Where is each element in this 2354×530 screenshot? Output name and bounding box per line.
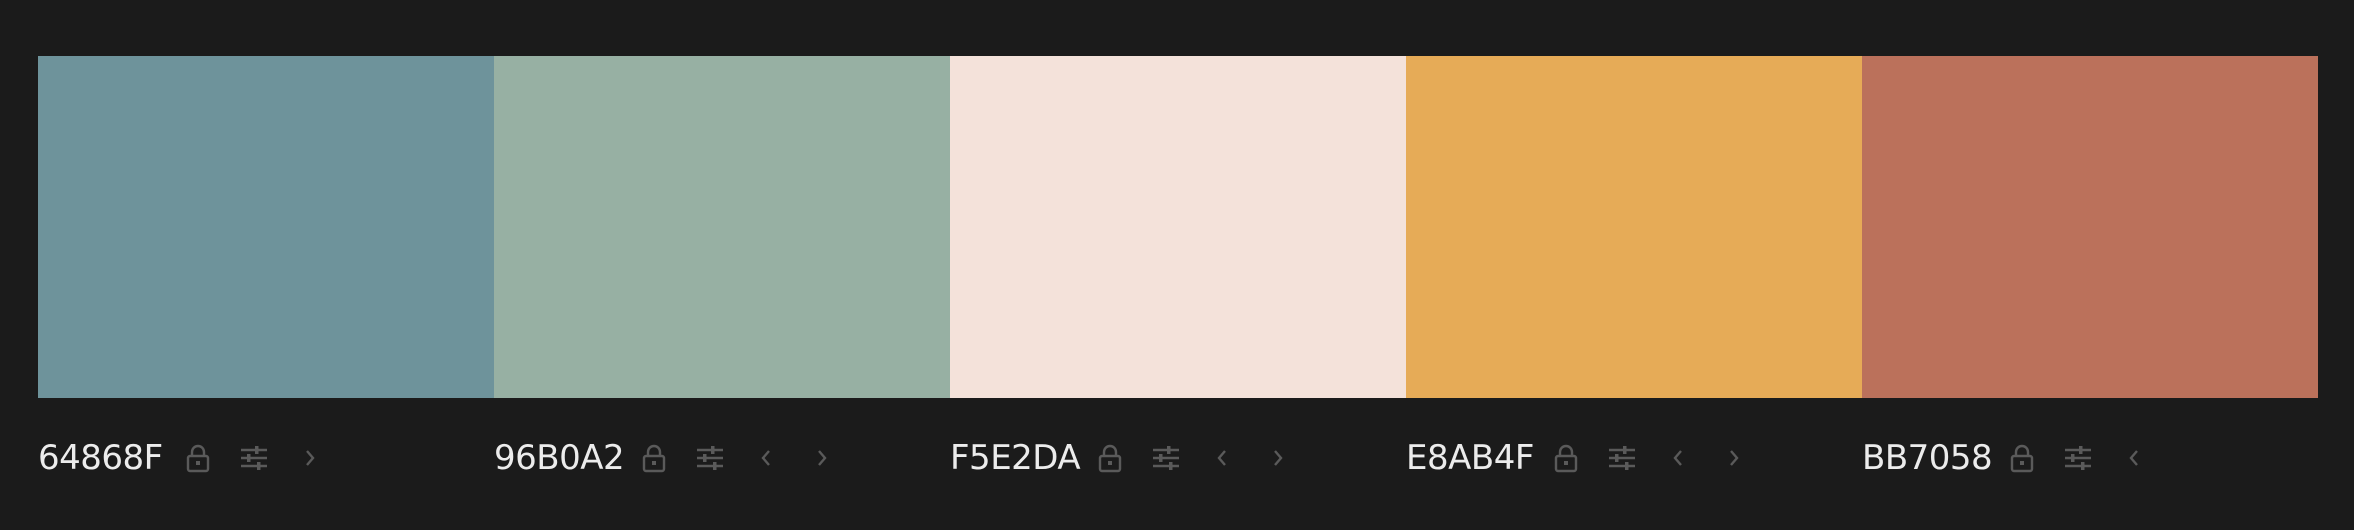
- color-swatch-2[interactable]: [494, 56, 950, 398]
- hex-code[interactable]: 64868F: [38, 438, 178, 478]
- chevron-left-icon[interactable]: [748, 440, 784, 476]
- color-swatch-5[interactable]: [1862, 56, 2318, 398]
- chevron-left-icon[interactable]: [2116, 440, 2152, 476]
- hex-code[interactable]: 96B0A2: [494, 438, 634, 478]
- lock-icon[interactable]: [2004, 440, 2040, 476]
- swatch-controls: 64868F 96B0A2 F5E2DA E8AB4F BB7058: [38, 430, 2318, 486]
- color-palette: [38, 56, 2318, 398]
- chevron-right-icon[interactable]: [1260, 440, 1296, 476]
- chevron-right-icon[interactable]: [1716, 440, 1752, 476]
- chevron-right-icon[interactable]: [804, 440, 840, 476]
- chevron-right-icon[interactable]: [292, 440, 328, 476]
- sliders-icon[interactable]: [1148, 440, 1184, 476]
- hex-code[interactable]: E8AB4F: [1406, 438, 1546, 478]
- hex-code[interactable]: F5E2DA: [950, 438, 1090, 478]
- chevron-left-icon[interactable]: [1204, 440, 1240, 476]
- swatch-controls-5: BB7058: [1862, 430, 2318, 486]
- color-swatch-4[interactable]: [1406, 56, 1862, 398]
- sliders-icon[interactable]: [692, 440, 728, 476]
- sliders-icon[interactable]: [1604, 440, 1640, 476]
- lock-icon[interactable]: [1092, 440, 1128, 476]
- chevron-left-icon[interactable]: [1660, 440, 1696, 476]
- color-swatch-3[interactable]: [950, 56, 1406, 398]
- lock-icon[interactable]: [180, 440, 216, 476]
- lock-icon[interactable]: [636, 440, 672, 476]
- sliders-icon[interactable]: [2060, 440, 2096, 476]
- color-swatch-1[interactable]: [38, 56, 494, 398]
- hex-code[interactable]: BB7058: [1862, 438, 2002, 478]
- sliders-icon[interactable]: [236, 440, 272, 476]
- lock-icon[interactable]: [1548, 440, 1584, 476]
- swatch-controls-2: 96B0A2: [494, 430, 950, 486]
- swatch-controls-1: 64868F: [38, 430, 494, 486]
- swatch-controls-3: F5E2DA: [950, 430, 1406, 486]
- swatch-controls-4: E8AB4F: [1406, 430, 1862, 486]
